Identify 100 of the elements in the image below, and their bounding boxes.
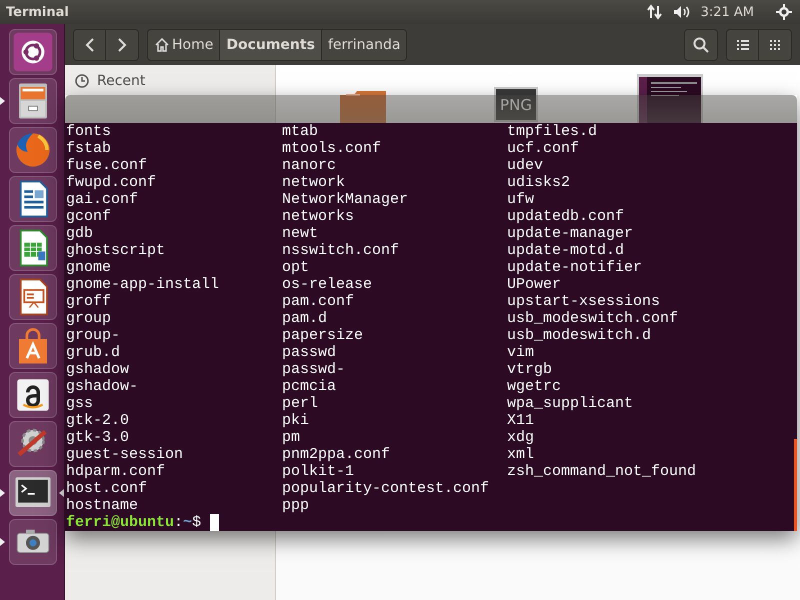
file-name: gtk-3.0	[66, 429, 130, 446]
launcher-item[interactable]	[9, 176, 57, 222]
volume-icon[interactable]	[672, 4, 691, 20]
launcher-item[interactable]	[9, 372, 57, 418]
prompt-symbol: $	[192, 514, 202, 531]
file-name: vim	[507, 344, 536, 361]
file-name: gtk-2.0	[66, 412, 130, 429]
file-name: group-	[66, 327, 122, 344]
title-bar[interactable]	[65, 95, 797, 123]
clock[interactable]: 3:21 AM	[700, 4, 754, 20]
file-name: nanorc	[282, 157, 338, 174]
file-name: gshadow-	[66, 378, 140, 395]
file-name: update-notifier	[507, 259, 644, 276]
launcher-item[interactable]	[9, 225, 57, 271]
file-name: updatedb.conf	[507, 208, 626, 225]
launcher-item[interactable]	[9, 519, 57, 565]
path-button[interactable]: ferrinanda	[322, 30, 406, 60]
ubuntu-logo-icon	[12, 31, 54, 73]
file-name: update-motd.d	[507, 242, 626, 259]
file-name: pm	[282, 429, 302, 446]
file-name: groff	[66, 293, 112, 310]
launcher-item[interactable]	[9, 78, 57, 124]
file-name: ucf.conf	[507, 140, 580, 157]
file-name: nsswitch.conf	[282, 242, 400, 259]
file-name: os-release	[282, 276, 374, 293]
file-name: host.conf	[66, 480, 148, 497]
grid-icon	[770, 40, 780, 50]
file-name: polkit-1	[282, 463, 356, 480]
file-name: papersize	[282, 327, 364, 344]
window-title: Terminal	[6, 4, 70, 20]
file-name: UPower	[507, 276, 562, 293]
forward-icon	[117, 38, 127, 52]
file-name: newt	[282, 225, 320, 242]
file-name: fstab	[66, 140, 112, 157]
launcher-item[interactable]	[9, 470, 57, 516]
sidebar-item[interactable]: Recent	[75, 73, 265, 89]
file-name: mtab	[282, 123, 320, 140]
file-name: wpa_supplicant	[507, 395, 634, 412]
file-name: usb_modeswitch.conf	[507, 310, 680, 327]
file-name: passwd-	[282, 361, 346, 378]
file-name: ufw	[507, 191, 536, 208]
file-name: pam.conf	[282, 293, 356, 310]
prompt-path: ~	[183, 514, 192, 531]
file-name: passwd	[282, 344, 338, 361]
file-name: gconf	[66, 208, 112, 225]
home-icon	[154, 38, 170, 52]
file-name: gshadow	[66, 361, 130, 378]
file-name: opt	[282, 259, 310, 276]
file-name: gdb	[66, 225, 94, 242]
file-name: udisks2	[507, 174, 572, 191]
file-name: gai.conf	[66, 191, 140, 208]
file-name: update-manager	[507, 225, 634, 242]
list-icon	[736, 40, 748, 50]
file-name: gnome-app-install	[66, 276, 220, 293]
launcher-item[interactable]	[9, 274, 57, 320]
prompt-separator: :	[174, 514, 184, 531]
file-name: upstart-xsessions	[507, 293, 662, 310]
file-name: udev	[507, 157, 544, 174]
file-name: group	[66, 310, 112, 327]
file-name: wgetrc	[507, 378, 562, 395]
file-name: NetworkManager	[282, 191, 410, 208]
path-button[interactable]: Documents	[220, 30, 322, 60]
file-name: hostname	[66, 497, 140, 514]
file-name: ghostscript	[66, 242, 166, 259]
image-file-icon: PNG	[494, 87, 538, 122]
file-name: zsh_command_not_found	[507, 463, 698, 480]
file-name: ppp	[282, 497, 310, 514]
file-name: usb_modeswitch.d	[507, 327, 652, 344]
file-name: grub.d	[66, 344, 122, 361]
file-name: pnm2ppa.conf	[282, 446, 392, 463]
scrollbar-thumb[interactable]	[794, 439, 797, 531]
file-name: perl	[282, 395, 320, 412]
file-name: fuse.conf	[66, 157, 148, 174]
network-icon[interactable]	[646, 4, 663, 20]
file-name: fonts	[66, 123, 112, 140]
clock-icon	[75, 74, 89, 88]
back-icon	[84, 38, 94, 52]
file-name: pki	[282, 412, 310, 429]
file-name: popularity-contest.conf	[282, 480, 490, 497]
file-name: gnome	[66, 259, 112, 276]
launcher-item[interactable]	[9, 29, 57, 75]
file-name: hdparm.conf	[66, 463, 166, 480]
file-name: xml	[507, 446, 536, 463]
file-name: network	[282, 174, 346, 191]
file-name: networks	[282, 208, 356, 225]
prompt-user-host: ferri@ubuntu	[66, 514, 174, 531]
file-name: vtrgb	[507, 361, 554, 378]
text-cursor	[210, 514, 220, 531]
file-name: xdg	[507, 429, 536, 446]
file-name: fwupd.conf	[66, 174, 158, 191]
file-name: pam.d	[282, 310, 328, 327]
launcher-item[interactable]	[9, 421, 57, 467]
file-name: guest-session	[66, 446, 184, 463]
file-name: mtools.conf	[282, 140, 382, 157]
search-icon	[693, 36, 709, 52]
launcher-item[interactable]	[9, 127, 57, 173]
file-name: gss	[66, 395, 94, 412]
file-name: tmpfiles.d	[507, 123, 598, 140]
launcher-item[interactable]	[9, 323, 57, 369]
file-name: pcmcia	[282, 378, 338, 395]
